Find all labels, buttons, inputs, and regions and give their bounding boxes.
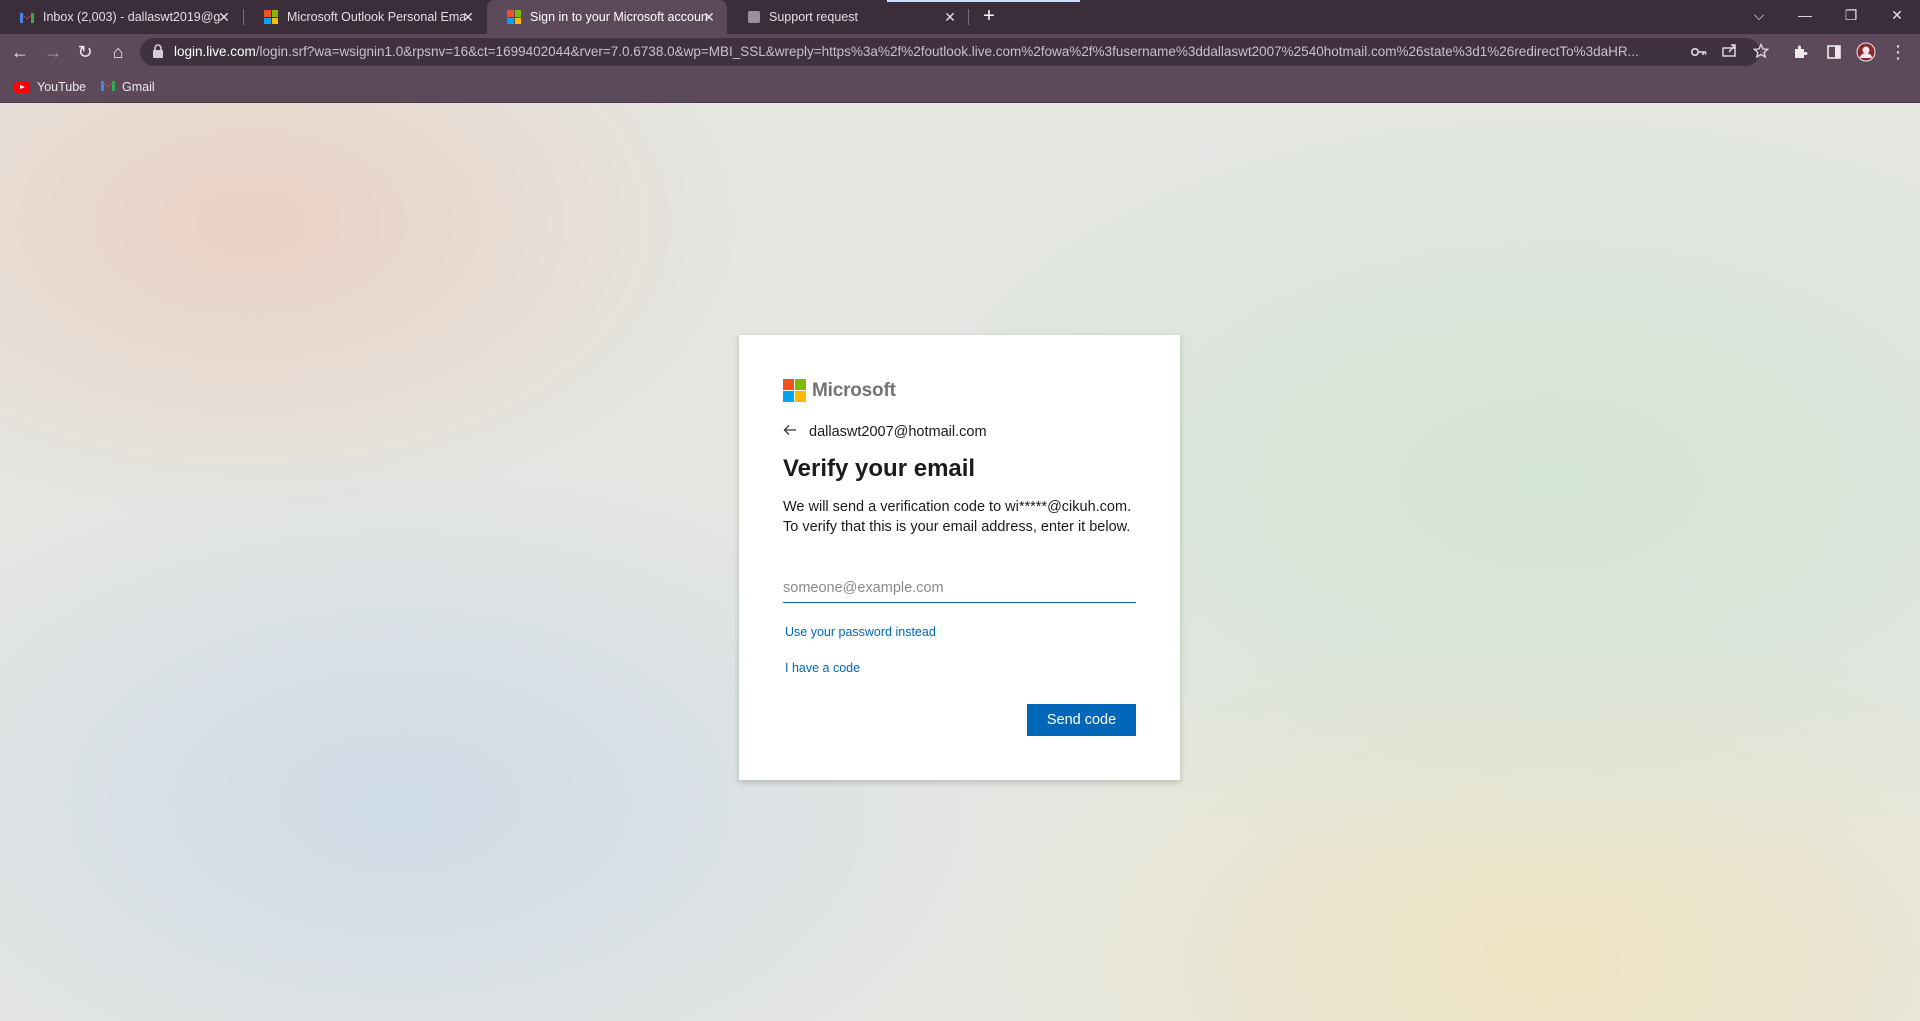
tab-title: Support request xyxy=(769,10,858,24)
tab-microsoft-signin[interactable]: Sign in to your Microsoft accoun ✕ xyxy=(487,0,727,34)
microsoft-logo: Microsoft xyxy=(783,379,896,402)
page-title: Verify your email xyxy=(783,455,976,482)
browser-toolbar: ← → ↻ ⌂ login.live.com/login.srf?wa=wsig… xyxy=(0,34,1920,70)
bookmark-youtube[interactable]: YouTube xyxy=(14,77,86,97)
tab-outlook[interactable]: Microsoft Outlook Personal Ema ✕ xyxy=(244,0,486,34)
close-window-button[interactable]: ✕ xyxy=(1874,0,1920,30)
bookmark-label: YouTube xyxy=(37,80,87,94)
reload-button[interactable]: ↻ xyxy=(71,38,99,66)
lock-icon[interactable] xyxy=(152,44,164,58)
close-tab-icon[interactable]: ✕ xyxy=(942,9,958,25)
gmail-icon xyxy=(101,80,115,94)
youtube-icon xyxy=(14,81,30,93)
signin-card: Microsoft dallaswt2007@hotmail.com Verif… xyxy=(739,335,1180,780)
minimize-button[interactable]: — xyxy=(1782,0,1828,30)
document-icon xyxy=(748,11,760,23)
url-text[interactable]: login.live.com/login.srf?wa=wsignin1.0&r… xyxy=(174,44,1674,59)
send-code-button[interactable]: Send code xyxy=(1027,704,1136,736)
microsoft-icon xyxy=(507,10,521,24)
description-text: We will send a verification code to wi**… xyxy=(783,499,1132,535)
profile-avatar-icon[interactable] xyxy=(1852,38,1880,66)
tab-strip: Inbox (2,003) - dallaswt2019@gm ✕ Micros… xyxy=(0,0,1920,34)
share-icon[interactable] xyxy=(1721,43,1739,61)
close-tab-icon[interactable]: ✕ xyxy=(460,9,476,25)
menu-kebab-icon[interactable]: ⋮ xyxy=(1884,38,1912,66)
back-arrow-icon[interactable] xyxy=(783,423,803,441)
loading-indicator xyxy=(887,0,1080,2)
key-icon[interactable] xyxy=(1690,43,1708,61)
tab-search-button[interactable]: ⌵ xyxy=(1736,0,1782,30)
new-tab-button[interactable]: + xyxy=(977,5,1001,29)
close-tab-icon[interactable]: ✕ xyxy=(216,9,232,25)
close-tab-icon[interactable]: ✕ xyxy=(701,9,717,25)
url-host: login.live.com xyxy=(174,44,256,59)
tab-divider xyxy=(968,9,969,25)
identity-email: dallaswt2007@hotmail.com xyxy=(809,424,987,440)
tab-title: Microsoft Outlook Personal Ema xyxy=(287,10,465,24)
side-panel-icon[interactable] xyxy=(1820,38,1848,66)
extensions-icon[interactable] xyxy=(1786,38,1814,66)
microsoft-logo-icon xyxy=(783,379,806,402)
brand-name: Microsoft xyxy=(812,379,896,401)
bookmark-gmail[interactable]: Gmail xyxy=(101,77,155,97)
restore-button[interactable]: ❐ xyxy=(1828,0,1874,30)
tab-title: Sign in to your Microsoft accoun xyxy=(530,10,708,24)
gmail-icon xyxy=(20,12,34,23)
email-field[interactable] xyxy=(783,573,1136,603)
tab-support-request[interactable]: Support request ✕ xyxy=(728,0,968,34)
back-button[interactable]: ← xyxy=(6,38,34,66)
url-path: /login.srf?wa=wsignin1.0&rpsnv=16&ct=169… xyxy=(255,44,1639,59)
page-background: Microsoft dallaswt2007@hotmail.com Verif… xyxy=(0,103,1920,1021)
microsoft-icon xyxy=(264,10,278,24)
bookmark-star-icon[interactable] xyxy=(1752,42,1770,61)
have-code-link[interactable]: I have a code xyxy=(785,661,860,675)
forward-button[interactable]: → xyxy=(39,38,67,66)
use-password-link[interactable]: Use your password instead xyxy=(785,625,936,639)
tab-title: Inbox (2,003) - dallaswt2019@gm xyxy=(43,10,221,24)
address-bar[interactable]: login.live.com/login.srf?wa=wsignin1.0&r… xyxy=(140,38,1770,66)
home-button[interactable]: ⌂ xyxy=(104,38,132,66)
tab-gmail-inbox[interactable]: Inbox (2,003) - dallaswt2019@gm ✕ xyxy=(0,0,242,34)
bookmark-label: Gmail xyxy=(122,80,155,94)
identity-banner[interactable]: dallaswt2007@hotmail.com xyxy=(783,423,987,441)
bookmarks-bar: YouTube Gmail xyxy=(0,70,1920,103)
